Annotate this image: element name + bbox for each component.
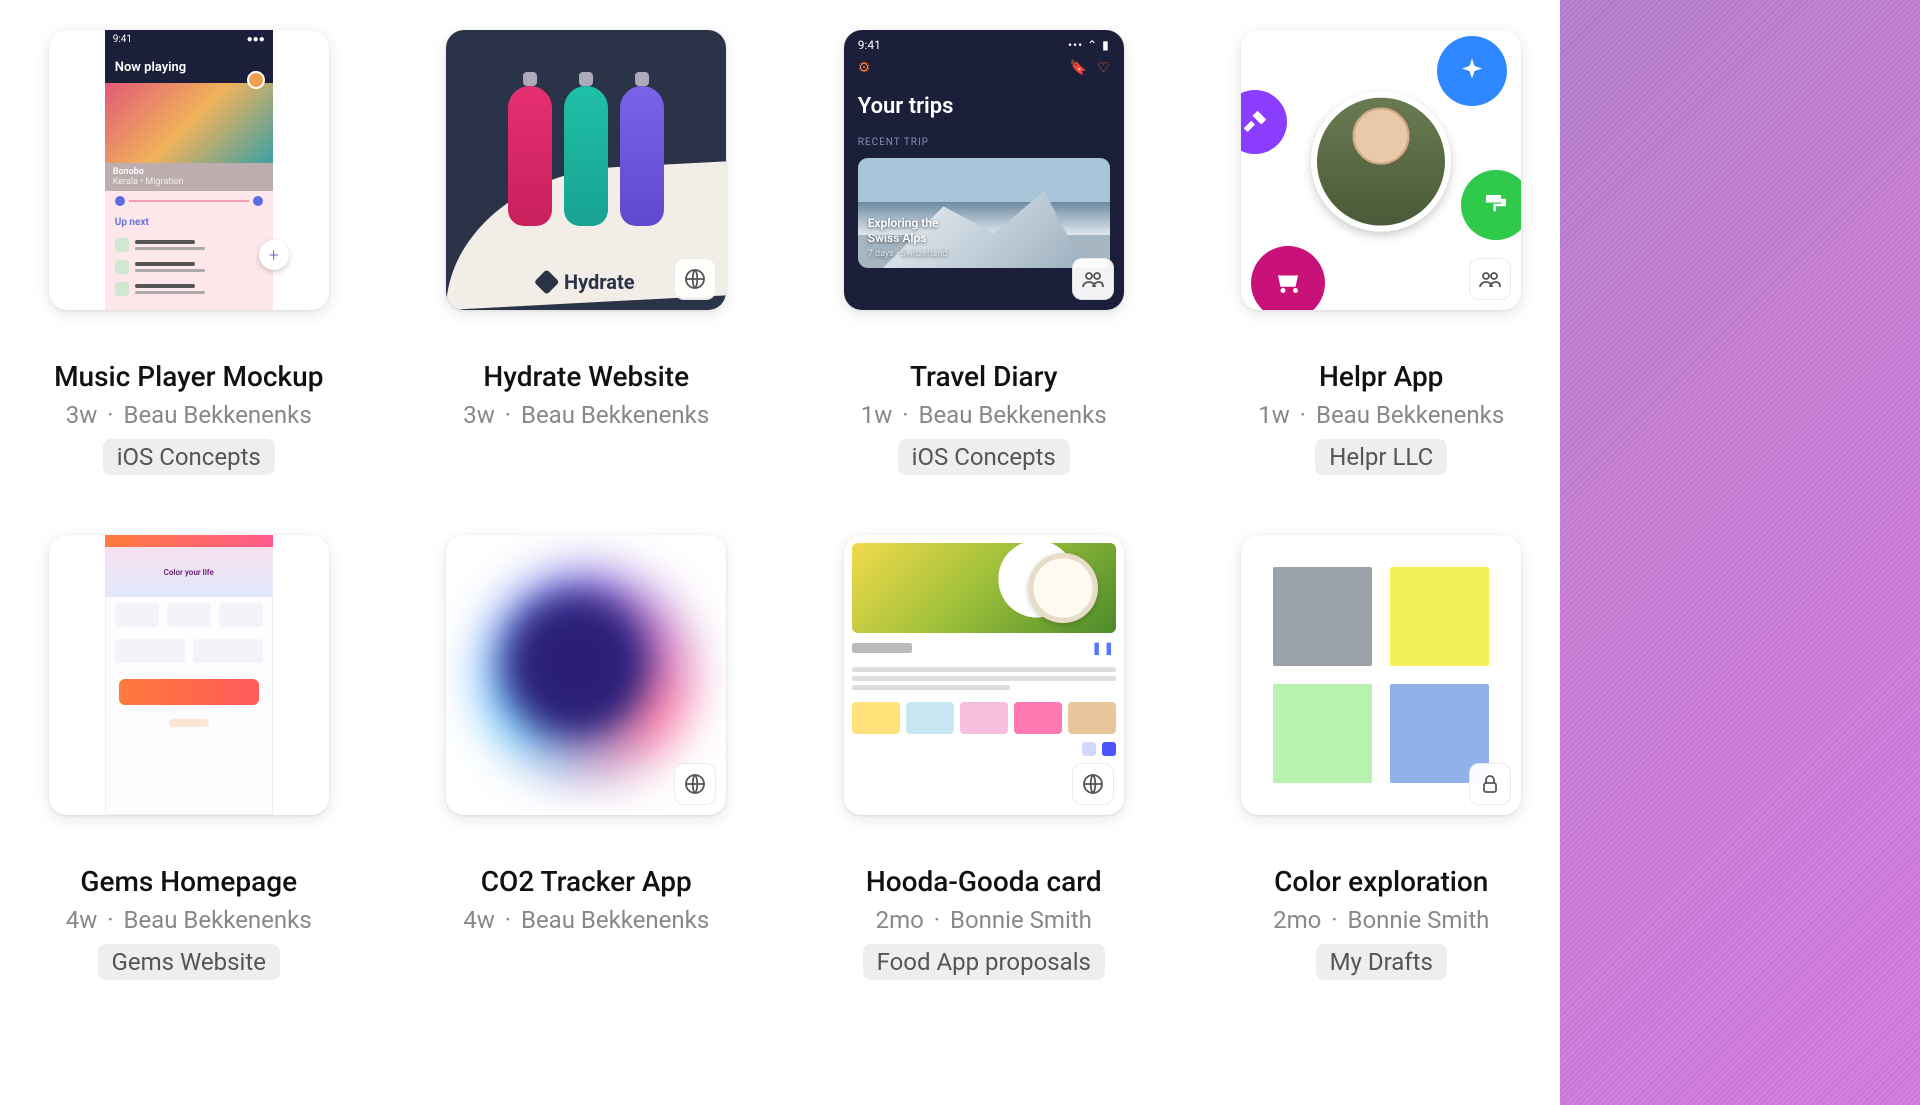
projects-main: 9:41●●● Now playing Bonobo Kerala • Migr…: [0, 0, 1560, 1105]
paint-roller-icon: [1461, 170, 1521, 240]
plus-icon: +: [259, 240, 289, 270]
project-subtitle: 4w · Beau Bekkenenks: [463, 906, 709, 934]
bookmark-icon: 🔖: [1070, 60, 1087, 76]
project-meta: Hydrate Website 3w · Beau Bekkenenks: [463, 360, 709, 429]
project-meta: Gems Homepage 4w · Beau Bekkenenks Gems …: [66, 865, 312, 980]
project-thumbnail[interactable]: 9:41●●● Now playing Bonobo Kerala • Migr…: [49, 30, 329, 310]
project-card-hooda[interactable]: ❚❚ Hooda-Gooda card 2mo · Bonnie Smith F…: [835, 535, 1133, 980]
project-tag[interactable]: iOS Concepts: [103, 439, 275, 475]
project-subtitle: 2mo · Bonnie Smith: [863, 906, 1105, 934]
globe-icon: [674, 763, 716, 805]
project-tag[interactable]: Food App proposals: [863, 944, 1105, 980]
people-icon: [1469, 258, 1511, 300]
project-title: Hooda-Gooda card: [863, 865, 1105, 898]
project-thumbnail[interactable]: ❚❚: [844, 535, 1124, 815]
project-meta: Music Player Mockup 3w · Beau Bekkenenks…: [54, 360, 323, 475]
globe-icon: [1072, 763, 1114, 805]
project-tag[interactable]: iOS Concepts: [898, 439, 1070, 475]
project-thumbnail[interactable]: Color your life: [49, 535, 329, 815]
project-title: Color exploration: [1273, 865, 1489, 898]
music-player-art: 9:41●●● Now playing Bonobo Kerala • Migr…: [105, 30, 273, 310]
project-thumbnail[interactable]: [1241, 535, 1521, 815]
project-card-colors[interactable]: Color exploration 2mo · Bonnie Smith My …: [1233, 535, 1531, 980]
project-title: Helpr App: [1258, 360, 1504, 393]
pause-icon: ❚❚: [1092, 641, 1116, 655]
gems-art: Color your life: [105, 535, 273, 815]
project-title: Travel Diary: [861, 360, 1107, 393]
project-thumbnail[interactable]: 9:41••• ⌃ ▮ ⚙🔖♡ Your trips RECENT TRIP E…: [844, 30, 1124, 310]
sparkle-icon: [1437, 36, 1507, 106]
project-subtitle: 1w · Beau Bekkenenks: [861, 401, 1107, 429]
project-meta: CO2 Tracker App 4w · Beau Bekkenenks: [463, 865, 709, 934]
project-subtitle: 3w · Beau Bekkenenks: [463, 401, 709, 429]
globe-icon: [674, 258, 716, 300]
project-tag[interactable]: My Drafts: [1316, 944, 1447, 980]
lock-icon: [1469, 763, 1511, 805]
project-thumbnail[interactable]: Hydrate: [446, 30, 726, 310]
project-subtitle: 4w · Beau Bekkenenks: [66, 906, 312, 934]
gear-icon: ⚙: [858, 60, 871, 76]
project-tag[interactable]: Gems Website: [98, 944, 280, 980]
project-title: Music Player Mockup: [54, 360, 323, 393]
people-icon: [1072, 258, 1114, 300]
project-meta: Travel Diary 1w · Beau Bekkenenks iOS Co…: [861, 360, 1107, 475]
project-card-music-player[interactable]: 9:41●●● Now playing Bonobo Kerala • Migr…: [40, 30, 338, 475]
project-card-travel-diary[interactable]: 9:41••• ⌃ ▮ ⚙🔖♡ Your trips RECENT TRIP E…: [835, 30, 1133, 475]
project-subtitle: 3w · Beau Bekkenenks: [54, 401, 323, 429]
project-meta: Helpr App 1w · Beau Bekkenenks Helpr LLC: [1258, 360, 1504, 475]
project-card-helpr[interactable]: Helpr App 1w · Beau Bekkenenks Helpr LLC: [1233, 30, 1531, 475]
project-thumbnail[interactable]: [1241, 30, 1521, 310]
project-meta: Hooda-Gooda card 2mo · Bonnie Smith Food…: [863, 865, 1105, 980]
project-tag[interactable]: Helpr LLC: [1315, 439, 1447, 475]
project-thumbnail[interactable]: [446, 535, 726, 815]
project-subtitle: 2mo · Bonnie Smith: [1273, 906, 1489, 934]
projects-grid: 9:41●●● Now playing Bonobo Kerala • Migr…: [40, 30, 1530, 980]
project-card-co2[interactable]: CO2 Tracker App 4w · Beau Bekkenenks: [438, 535, 736, 980]
project-title: Hydrate Website: [463, 360, 709, 393]
project-card-hydrate[interactable]: Hydrate Hydrate Website 3w · Beau Bekken…: [438, 30, 736, 475]
project-subtitle: 1w · Beau Bekkenenks: [1258, 401, 1504, 429]
project-title: Gems Homepage: [66, 865, 312, 898]
project-title: CO2 Tracker App: [463, 865, 709, 898]
project-meta: Color exploration 2mo · Bonnie Smith My …: [1273, 865, 1489, 980]
cart-icon: [1251, 246, 1325, 310]
right-sidebar-backdrop: [1560, 0, 1920, 1105]
project-card-gems[interactable]: Color your life Gems Homepage 4w · Beau …: [40, 535, 338, 980]
heart-icon: ♡: [1097, 60, 1110, 76]
hammer-icon: [1241, 90, 1287, 154]
avatar-photo: [1311, 92, 1451, 232]
